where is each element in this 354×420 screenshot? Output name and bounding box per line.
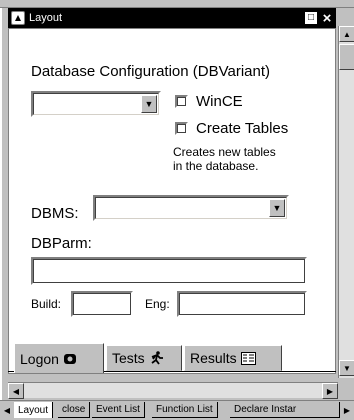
results-icon [240,351,256,365]
chevron-down-icon[interactable]: ▼ [269,199,285,217]
tab-results[interactable]: Results [184,345,282,371]
create-tables-note: Creates new tables in the database. [173,145,313,173]
db-config-heading: Database Configuration (DBVariant) [31,63,271,80]
window-title: Layout [29,12,63,24]
dbms-label: DBMS: [31,205,79,222]
sheet-tab-layout[interactable]: Layout [14,402,54,418]
restore-button[interactable]: □ [304,11,318,25]
sheet-tab-declare-instance[interactable]: Declare Instar [230,402,340,418]
vertical-scroll-thumb[interactable] [339,44,354,70]
scroll-right-arrow-icon[interactable]: ▶ [322,383,338,399]
dbvariant-dropdown[interactable]: ▼ [31,91,161,117]
build-input[interactable] [71,291,133,317]
wince-checkbox[interactable]: WinCE [175,93,243,110]
sheet-next-arrow-icon[interactable]: ▶ [342,403,352,417]
runner-icon [149,351,164,365]
dbparm-label: DBParm: [31,235,92,252]
top-strip [0,0,354,8]
dbms-dropdown[interactable]: ▼ [93,195,289,221]
scroll-up-arrow-icon[interactable]: ▲ [339,26,354,42]
create-tables-label: Create Tables [196,120,289,137]
title-bar[interactable]: Layout □ × [8,8,336,28]
wince-checkbox-box[interactable] [175,95,188,108]
tab-results-label: Results [190,350,237,366]
create-tables-note-line1: Creates new tables [173,145,276,159]
eng-input[interactable] [177,291,307,317]
sheet-prev-arrow-icon[interactable]: ◀ [2,403,12,417]
create-tables-checkbox[interactable]: Create Tables [175,120,288,137]
chevron-down-icon[interactable]: ▼ [141,95,157,113]
scroll-down-arrow-icon[interactable]: ▼ [339,360,354,376]
logon-icon [63,352,78,365]
create-tables-note-line2: in the database. [173,159,259,173]
tab-logon[interactable]: Logon [14,343,104,373]
tab-tests[interactable]: Tests [106,345,182,371]
layout-panel: Database Configuration (DBVariant) ▼ Win… [8,28,336,374]
close-button[interactable]: × [320,11,334,26]
sheet-tab-event-list[interactable]: Event List [92,402,145,418]
dbparm-input[interactable] [31,257,307,285]
create-tables-checkbox-box[interactable] [175,122,188,135]
sheet-tab-function-list[interactable]: Function List [152,402,218,418]
sheet-tab-row: ◀ Layout close Event List Function List … [0,400,354,420]
sheet-tab-close[interactable]: close [58,402,91,418]
build-label: Build: [31,297,62,311]
tab-tests-label: Tests [112,350,145,366]
scrollbar-corner [338,382,354,398]
scroll-left-arrow-icon[interactable]: ◀ [8,383,24,399]
tab-logon-label: Logon [20,350,59,367]
eng-label: Eng: [145,297,170,311]
vertical-scrollbar[interactable]: ▲ ▼ [338,26,354,378]
app-icon [11,11,25,25]
wince-label: WinCE [196,93,243,110]
horizontal-scrollbar[interactable]: ◀ ▶ [8,382,338,399]
